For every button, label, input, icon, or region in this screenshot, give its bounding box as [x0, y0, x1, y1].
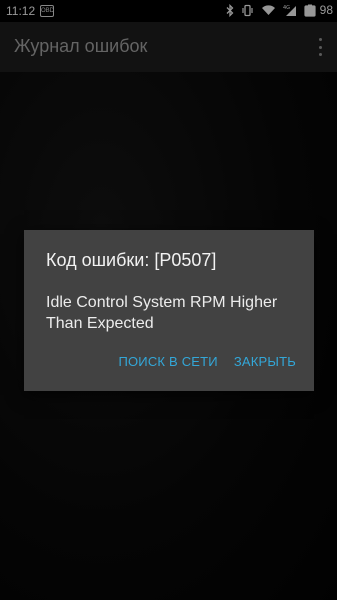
dialog-message: Idle Control System RPM Higher Than Expe…	[46, 294, 278, 332]
dialog-title: Код ошибки: [P0507]	[46, 250, 217, 270]
close-button[interactable]: ЗАКРЫТЬ	[234, 354, 296, 369]
dialog-actions: ПОИСК В СЕТИ ЗАКРЫТЬ	[118, 354, 296, 369]
error-code-dialog: Код ошибки: [P0507] Idle Control System …	[24, 230, 314, 391]
search-online-button[interactable]: ПОИСК В СЕТИ	[118, 354, 217, 369]
